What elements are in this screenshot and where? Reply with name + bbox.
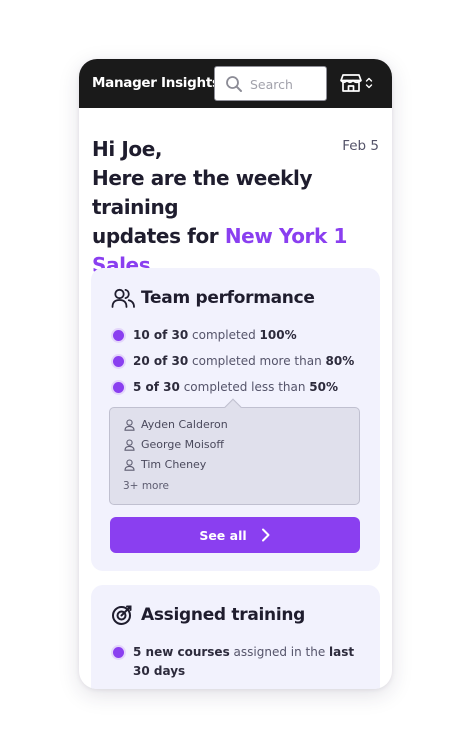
date-label: Feb 5 <box>342 138 379 154</box>
search-icon <box>226 76 242 92</box>
search-box[interactable] <box>214 66 327 101</box>
card-header: Team performance <box>111 287 315 309</box>
person-icon <box>124 458 135 471</box>
card-title: Team performance <box>141 288 315 308</box>
bullet-dot <box>113 647 124 658</box>
employee-item[interactable]: Ayden Calderon <box>124 418 228 431</box>
bullet-dot <box>113 330 124 341</box>
greeting-line-3: updates for New York 1 <box>92 222 384 251</box>
employee-popover: Ayden Calderon George Moisoff Tim Cheney… <box>109 398 360 505</box>
greeting-heading: Hi Joe, Here are the weekly training upd… <box>92 135 384 280</box>
bullet-dot <box>113 356 124 367</box>
app-title: Manager Insights <box>92 75 220 91</box>
person-icon <box>124 438 135 451</box>
employee-item[interactable]: George Moisoff <box>124 438 224 451</box>
target-icon <box>112 605 132 625</box>
storefront-icon <box>340 74 362 92</box>
bullet-dot <box>113 382 124 393</box>
more-employees-link[interactable]: 3+ more <box>123 480 169 492</box>
greeting-prefix: updates for <box>92 224 225 248</box>
chevron-right-icon <box>261 528 270 542</box>
card-header: Assigned training <box>111 604 305 626</box>
employee-item[interactable]: Tim Cheney <box>124 458 206 471</box>
greeting-line-2: Here are the weekly training <box>92 166 313 219</box>
see-all-label: See all <box>199 527 247 543</box>
person-icon <box>124 418 135 431</box>
search-input[interactable] <box>250 76 322 92</box>
users-icon <box>111 288 135 308</box>
phone-screen: Manager Insights Search Hi Joe, Here are… <box>79 59 392 689</box>
chevron-up-down-icon <box>365 77 373 89</box>
team-performance-card: Team performance 10 of 30 completed 100%… <box>91 268 380 571</box>
see-all-button[interactable]: See all <box>110 517 360 553</box>
assigned-training-card: Assigned training 5 new courses assigned… <box>91 585 380 689</box>
card-title: Assigned training <box>141 605 306 625</box>
store-name: New York 1 <box>224 224 348 248</box>
popover-caret <box>224 398 242 416</box>
top-bar: Manager Insights <box>79 59 392 108</box>
store-switcher-button[interactable] <box>339 71 377 95</box>
